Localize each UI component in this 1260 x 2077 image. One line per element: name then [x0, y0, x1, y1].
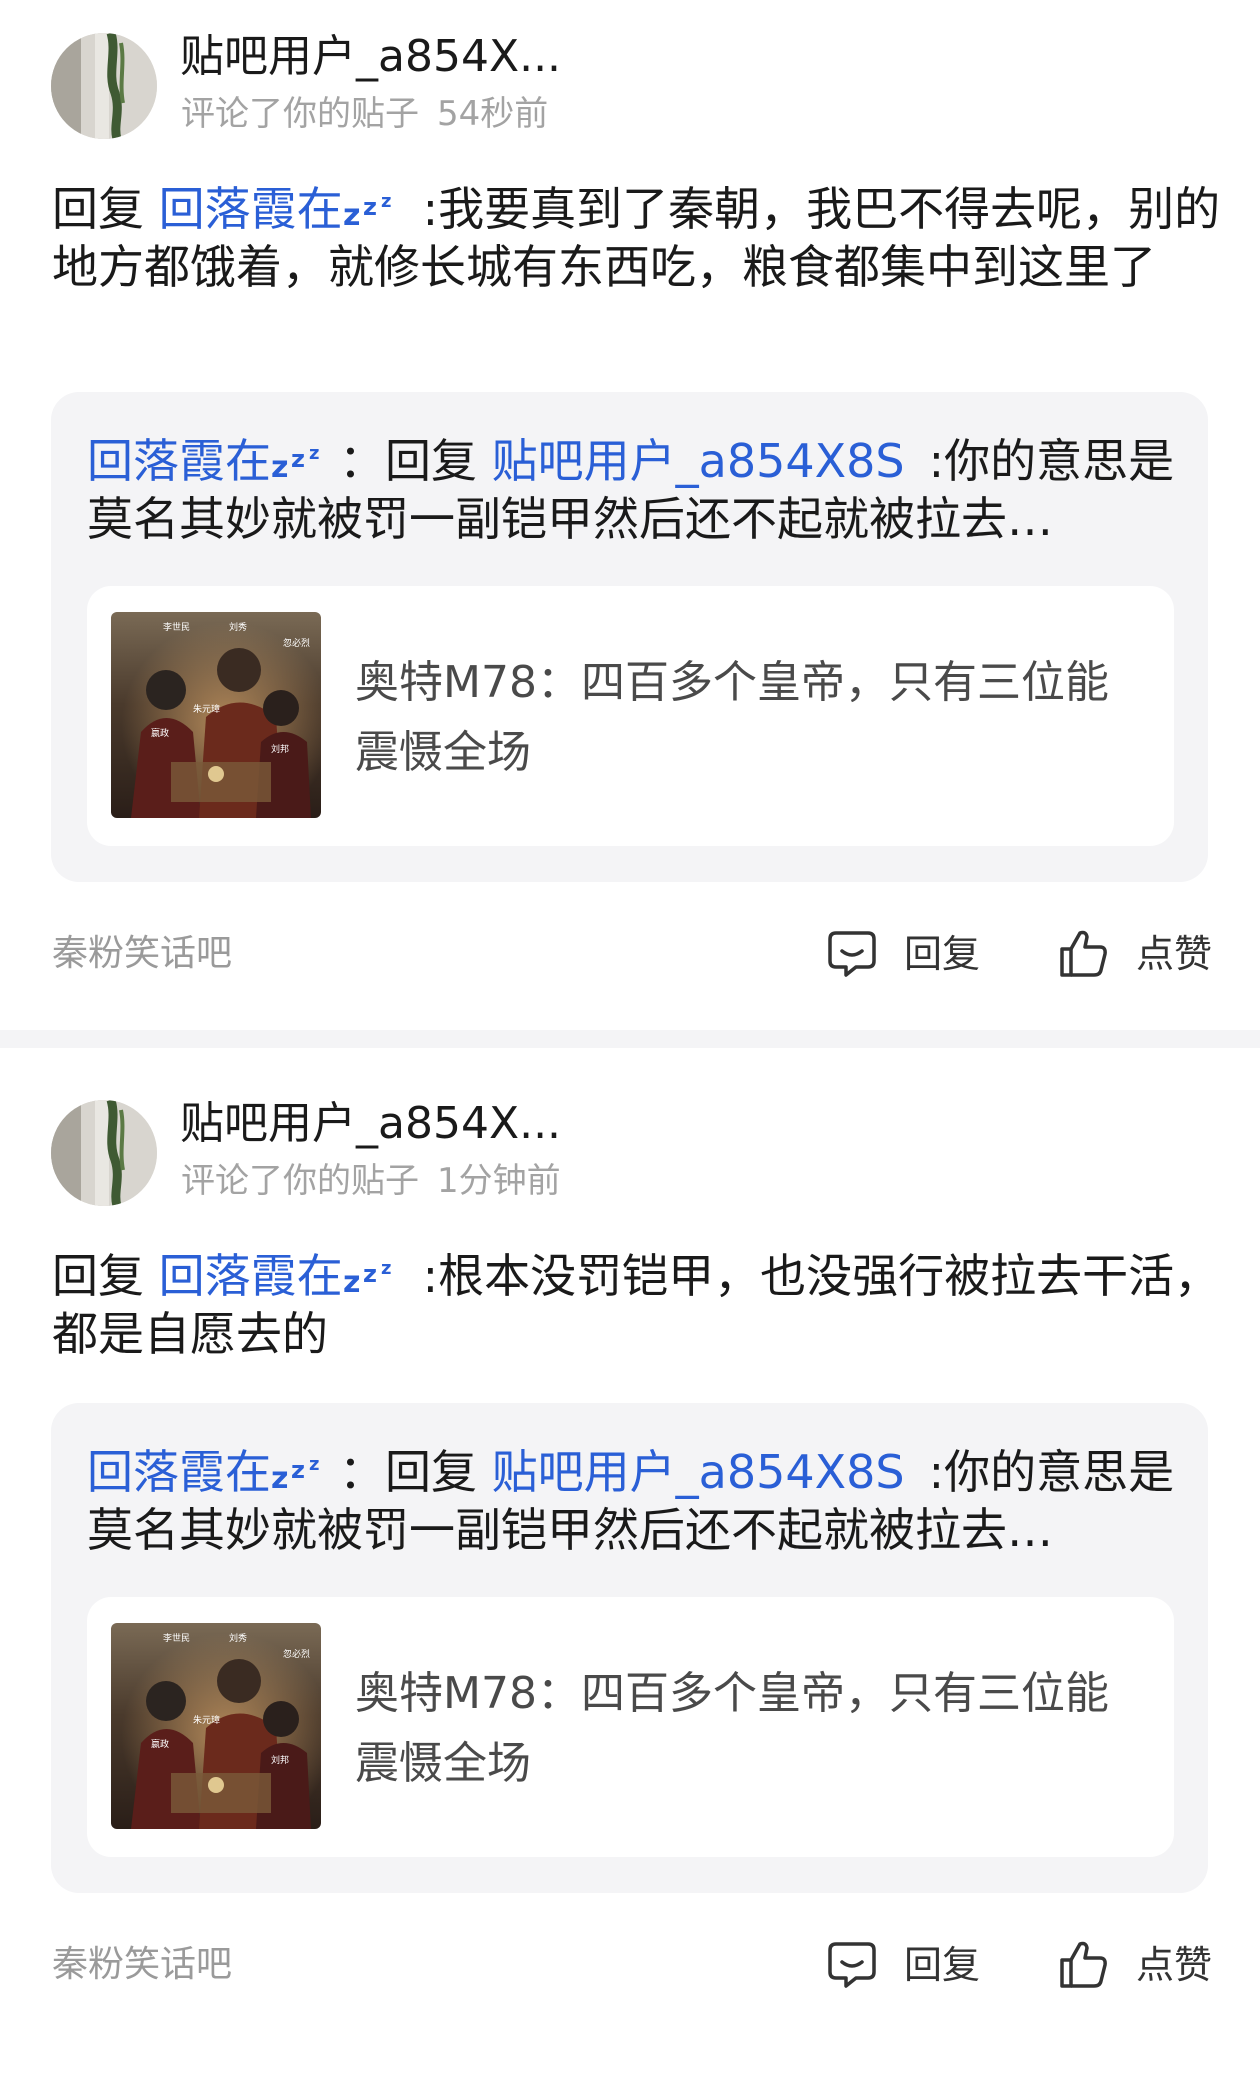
quote-author-link[interactable]: 回落霞在	[87, 434, 271, 488]
reply-prefix: 回复	[52, 1249, 159, 1303]
thumbnail-label: 李世民	[163, 1632, 190, 1644]
thumbnail-label: 忽必烈	[283, 1648, 310, 1660]
notification-meta: 评论了你的贴子 1分钟前	[181, 1159, 561, 1203]
zzz-sleep-icon: zzz	[343, 1252, 401, 1296]
thumbnail-label: 嬴政	[151, 727, 169, 739]
like-button-label: 点赞	[1136, 932, 1213, 976]
svg-text:z: z	[363, 193, 377, 221]
reply-content[interactable]: 回复 回落霞在 z z z:根本没罚铠甲，也没强行被拉去干活，都是自愿去的	[52, 1247, 1222, 1363]
comment-bubble-icon	[826, 927, 878, 979]
thumbnail-label: 刘邦	[271, 743, 289, 755]
thumbs-up-icon	[1058, 1938, 1110, 1990]
svg-text:z: z	[381, 191, 391, 212]
svg-text:z: z	[271, 1461, 288, 1492]
section-divider	[0, 1030, 1260, 1048]
quote-mention-link[interactable]: 贴吧用户_a854X8S	[492, 1445, 905, 1499]
quoted-text: 回落霞在 z z z ：回复 贴吧用户_a854X8S:你的意思是莫名其妙就被罚一副铠甲…	[87, 1443, 1182, 1559]
notification-item[interactable]: 贴吧用户_a854X... 评论了你的贴子 1分钟前 回复 回落霞在 z z z:根本没…	[0, 1067, 1260, 2077]
post-thumbnail: 朱元璋 嬴政 刘邦 刘秀 忽必烈 李世民	[111, 612, 321, 818]
svg-text:z: z	[309, 1454, 319, 1475]
username[interactable]: 贴吧用户_a854X...	[180, 28, 561, 86]
action-text: 评论了你的贴子	[181, 1161, 419, 1201]
post-thumbnail: 朱元璋 嬴政 刘邦 刘秀 忽必烈 李世民	[111, 1623, 321, 1829]
original-post-card[interactable]: 朱元璋 嬴政 刘邦 刘秀 忽必烈 李世民 奥特M78：四百多个皇帝，只有三位能震…	[87, 586, 1174, 846]
quote-mention-link[interactable]: 贴吧用户_a854X8S	[492, 434, 905, 488]
thumbs-up-icon	[1058, 927, 1110, 979]
quote-separator: ：回复	[339, 434, 492, 488]
svg-text:z: z	[291, 1456, 305, 1484]
notification-item[interactable]: 贴吧用户_a854X... 评论了你的贴子 54秒前 回复 回落霞在 z z z:我要真…	[0, 0, 1260, 1010]
mention-link[interactable]: 回落霞在	[159, 182, 343, 236]
svg-text:z: z	[271, 450, 288, 481]
reply-content[interactable]: 回复 回落霞在 z z z:我要真到了秦朝，我巴不得去呢，别的地方都饿着，就修长城有东…	[52, 180, 1222, 296]
user-avatar[interactable]	[51, 1100, 157, 1206]
original-post-text: 奥特M78：四百多个皇帝，只有三位能震慑全场	[355, 1668, 1109, 1789]
zzz-sleep-icon: zzz	[271, 437, 329, 481]
quoted-comment[interactable]: 回落霞在 z z z ：回复 贴吧用户_a854X8S:你的意思是莫名其妙就被罚一副铠甲…	[51, 1403, 1208, 1893]
timestamp: 1分钟前	[437, 1161, 561, 1201]
like-button[interactable]: 点赞	[1058, 1937, 1212, 1993]
thumbnail-label: 朱元璋	[193, 703, 220, 715]
like-button-label: 点赞	[1136, 1943, 1213, 1987]
notification-meta: 评论了你的贴子 54秒前	[181, 92, 548, 136]
svg-text:z: z	[381, 1258, 391, 1279]
thumbnail-label: 嬴政	[151, 1738, 169, 1750]
svg-text:z: z	[309, 443, 319, 464]
reply-prefix: 回复	[52, 182, 159, 236]
quote-separator: ：回复	[339, 1445, 492, 1499]
reply-button-label: 回复	[904, 932, 981, 976]
reply-button-label: 回复	[904, 1943, 981, 1987]
svg-text:z: z	[363, 1260, 377, 1288]
forum-name[interactable]: 秦粉笑话吧	[52, 1942, 232, 1988]
like-button[interactable]: 点赞	[1058, 926, 1212, 982]
quoted-text: 回落霞在 z z z ：回复 贴吧用户_a854X8S:你的意思是莫名其妙就被罚一副铠甲…	[87, 432, 1182, 548]
thumbnail-label: 李世民	[163, 621, 190, 633]
svg-text:z: z	[343, 198, 360, 229]
thumbnail-label: 忽必烈	[283, 637, 310, 649]
original-post-text: 奥特M78：四百多个皇帝，只有三位能震慑全场	[355, 657, 1109, 778]
quoted-comment[interactable]: 回落霞在 z z z ：回复 贴吧用户_a854X8S:你的意思是莫名其妙就被罚一副铠甲…	[51, 392, 1208, 882]
reply-button[interactable]: 回复	[826, 1937, 980, 1993]
action-text: 评论了你的贴子	[181, 94, 419, 134]
svg-text:z: z	[343, 1265, 360, 1296]
zzz-sleep-icon: zzz	[343, 185, 401, 229]
comment-bubble-icon	[826, 1938, 878, 1990]
zzz-sleep-icon: zzz	[271, 1448, 329, 1492]
user-avatar[interactable]	[51, 33, 157, 139]
timestamp: 54秒前	[437, 94, 549, 134]
reply-button[interactable]: 回复	[826, 926, 980, 982]
forum-name[interactable]: 秦粉笑话吧	[52, 931, 232, 977]
thumbnail-label: 刘秀	[229, 621, 247, 633]
original-post-card[interactable]: 朱元璋 嬴政 刘邦 刘秀 忽必烈 李世民 奥特M78：四百多个皇帝，只有三位能震…	[87, 1597, 1174, 1857]
quote-author-link[interactable]: 回落霞在	[87, 1445, 271, 1499]
thumbnail-label: 朱元璋	[193, 1714, 220, 1726]
mention-link[interactable]: 回落霞在	[159, 1249, 343, 1303]
thumbnail-label: 刘秀	[229, 1632, 247, 1644]
thumbnail-label: 刘邦	[271, 1754, 289, 1766]
svg-text:z: z	[291, 445, 305, 473]
username[interactable]: 贴吧用户_a854X...	[180, 1095, 561, 1153]
